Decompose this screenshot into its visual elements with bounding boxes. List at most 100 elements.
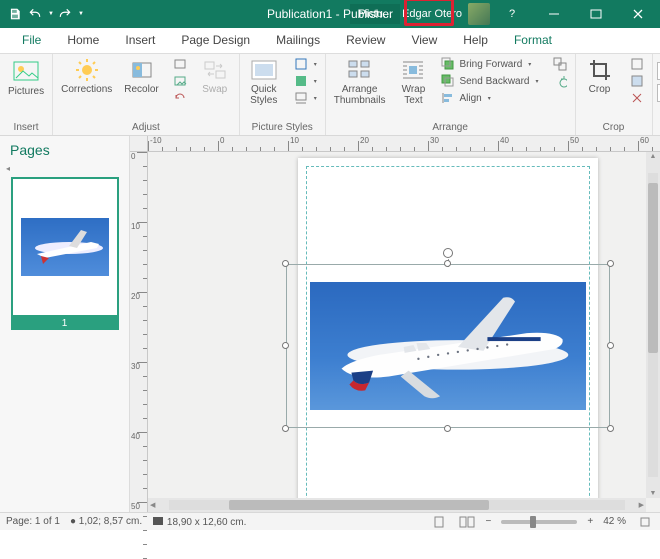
handle-se[interactable]: [607, 425, 614, 432]
tab-view[interactable]: View: [399, 28, 449, 53]
group-picture-styles-label: Picture Styles: [244, 121, 321, 134]
document-page[interactable]: [298, 158, 598, 498]
clear-crop-button[interactable]: [626, 90, 648, 106]
group-icon: [553, 57, 567, 71]
picture-effects-button[interactable]: ▾: [290, 73, 321, 89]
scrollbar-h-thumb[interactable]: [229, 500, 489, 510]
scroll-right-icon[interactable]: ▶: [637, 501, 646, 509]
scroll-left-icon[interactable]: ◀: [148, 501, 157, 509]
tab-file[interactable]: File: [10, 28, 53, 53]
group-button[interactable]: [549, 56, 571, 72]
view-spread-icon[interactable]: [458, 513, 476, 531]
minimize-button[interactable]: [534, 0, 574, 28]
picture-border-button[interactable]: ▾: [290, 56, 321, 72]
quick-styles-button[interactable]: Quick Styles: [244, 56, 284, 108]
tab-home[interactable]: Home: [55, 28, 111, 53]
arrange-thumbnails-button[interactable]: Arrange Thumbnails: [330, 56, 390, 108]
change-picture-icon: [173, 74, 187, 88]
crop-button[interactable]: Crop: [580, 56, 620, 97]
zoom-in-button[interactable]: +: [587, 516, 593, 527]
tab-insert[interactable]: Insert: [113, 28, 167, 53]
scrollbar-v-thumb[interactable]: [648, 183, 658, 353]
workarea: Pages ◂ 1 -100102030405060 01020304050: [0, 136, 660, 512]
fit-button[interactable]: [626, 56, 648, 72]
handle-ne[interactable]: [607, 260, 614, 267]
send-backward-button[interactable]: Send Backward▾: [437, 73, 542, 89]
reset-picture-button[interactable]: [169, 90, 191, 106]
handle-w[interactable]: [282, 342, 289, 349]
tab-format[interactable]: Format: [502, 28, 564, 53]
pictures-button[interactable]: Pictures: [4, 56, 48, 99]
zoom-slider[interactable]: [501, 520, 577, 524]
swap-icon: [203, 58, 227, 82]
compress-button[interactable]: [169, 56, 191, 72]
wrap-text-button[interactable]: Wrap Text: [393, 56, 433, 108]
scroll-up-icon[interactable]: ▲: [649, 152, 658, 161]
bring-forward-icon: [441, 57, 455, 71]
page-thumbnail[interactable]: 1: [11, 177, 119, 330]
collapse-icon[interactable]: ◂: [0, 164, 129, 173]
tab-page-design[interactable]: Page Design: [169, 28, 262, 53]
scroll-down-icon[interactable]: ▼: [649, 489, 658, 498]
user-name: Edgar Otero: [402, 8, 462, 20]
status-page[interactable]: Page: 1 of 1: [6, 516, 60, 527]
clear-crop-icon: [630, 91, 644, 105]
help-button[interactable]: ?: [492, 0, 532, 28]
tab-help[interactable]: Help: [451, 28, 500, 53]
zoom-value[interactable]: 42 %: [603, 516, 626, 527]
handle-e[interactable]: [607, 342, 614, 349]
undo-dropdown-icon[interactable]: ▼: [48, 11, 54, 17]
handle-n[interactable]: [444, 260, 451, 267]
bring-forward-button[interactable]: Bring Forward▾: [437, 56, 542, 72]
scrollbar-horizontal[interactable]: ◀ ▶: [148, 498, 646, 512]
width-input[interactable]: ▲▼: [657, 84, 660, 102]
undo-icon[interactable]: [26, 5, 44, 23]
scrollbar-vertical[interactable]: ▲ ▼: [646, 152, 660, 498]
close-button[interactable]: [618, 0, 658, 28]
pages-title: Pages: [0, 136, 129, 164]
viewport[interactable]: [148, 152, 646, 498]
zoom-slider-thumb[interactable]: [530, 516, 536, 528]
group-arrange-label: Arrange: [330, 121, 571, 134]
save-icon[interactable]: [6, 5, 24, 23]
statusbar: Page: 1 of 1 ● 1,02; 8,57 cm. 18,90 x 12…: [0, 512, 660, 530]
group-arrange: Arrange Thumbnails Wrap Text Bring Forwa…: [326, 54, 576, 135]
recolor-button[interactable]: Recolor: [120, 56, 162, 97]
align-icon: [441, 91, 455, 105]
fit-icon: [630, 57, 644, 71]
handle-nw[interactable]: [282, 260, 289, 267]
selected-picture[interactable]: [286, 264, 610, 428]
thumbnail-image: [21, 218, 109, 276]
zoom-out-button[interactable]: −: [486, 516, 492, 527]
corrections-button[interactable]: Corrections: [57, 56, 116, 97]
handle-s[interactable]: [444, 425, 451, 432]
tab-mailings[interactable]: Mailings: [264, 28, 332, 53]
view-single-icon[interactable]: [430, 513, 448, 531]
group-adjust-label: Adjust: [57, 121, 235, 134]
align-button[interactable]: Align▾: [437, 90, 542, 106]
redo-icon[interactable]: [56, 5, 74, 23]
handle-sw[interactable]: [282, 425, 289, 432]
ruler-vertical[interactable]: 01020304050: [130, 152, 148, 512]
user-account[interactable]: Edgar Otero: [402, 3, 490, 25]
qat-customize-icon[interactable]: ▼: [78, 11, 84, 17]
canvas-area: -100102030405060 01020304050: [130, 136, 660, 512]
caption-button[interactable]: ▾: [290, 90, 321, 106]
rotate-button[interactable]: [549, 73, 571, 89]
fill-button[interactable]: [626, 73, 648, 89]
change-picture-button[interactable]: [169, 73, 191, 89]
tab-review[interactable]: Review: [334, 28, 397, 53]
group-size: ▲▼ ▲▼ Size: [653, 54, 660, 135]
send-backward-icon: [441, 74, 455, 88]
height-input[interactable]: ▲▼: [657, 62, 660, 80]
reset-icon: [173, 91, 187, 105]
caption-icon: [294, 91, 308, 105]
recolor-icon: [130, 58, 154, 82]
titlebar: ▼ ▼ Publication1 - Publisher Pictu... Ed…: [0, 0, 660, 28]
ruler-horizontal[interactable]: -100102030405060: [148, 136, 660, 152]
compress-icon: [173, 57, 187, 71]
maximize-button[interactable]: [576, 0, 616, 28]
effects-icon: [294, 74, 308, 88]
rotation-handle[interactable]: [443, 248, 453, 258]
fullscreen-icon[interactable]: [636, 513, 654, 531]
